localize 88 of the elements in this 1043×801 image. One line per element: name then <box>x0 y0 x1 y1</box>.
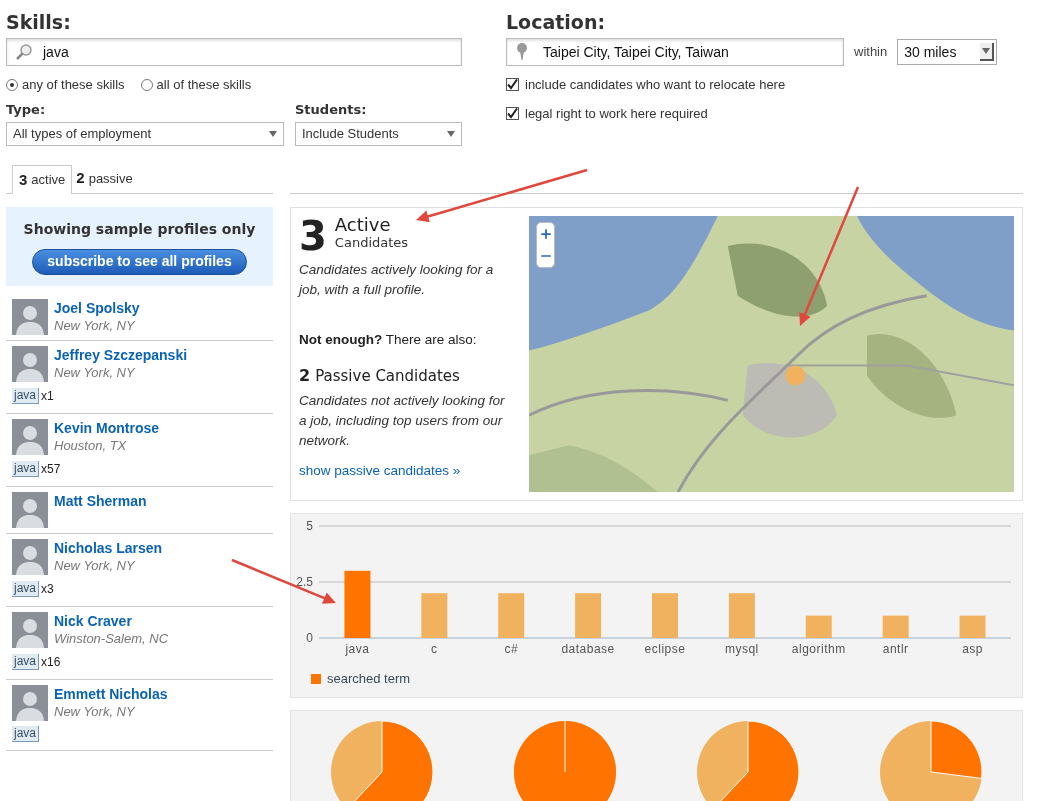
within-label: within <box>854 43 888 62</box>
candidate-location: New York, NY <box>54 364 136 382</box>
section-heading: Skills: <box>6 10 72 35</box>
axis-category-label: antlr <box>882 642 909 656</box>
active-subtitle: Candidates <box>334 234 409 252</box>
tag-count: x1 <box>41 388 54 405</box>
bar <box>575 593 602 638</box>
axis-tick-label: 2.5 <box>296 575 313 589</box>
show-passive-link[interactable]: show passive candidates » <box>299 461 513 482</box>
radio-button[interactable] <box>140 78 153 91</box>
axis-category-label: mysql <box>724 642 759 656</box>
checkbox-label: legal right to work here required <box>525 104 708 123</box>
candidate-name[interactable]: Jeffrey Szczepanski <box>54 346 188 364</box>
axis-category-label: java <box>345 642 370 656</box>
skill-tag[interactable]: java <box>12 726 39 742</box>
avatar-icon <box>12 612 48 648</box>
zoom-in-icon[interactable] <box>538 227 553 241</box>
axis-category-label: c <box>431 642 438 656</box>
not-enough-text: Not enough? There are also: <box>299 331 478 349</box>
bar <box>959 615 986 638</box>
tag-count: x3 <box>41 581 54 598</box>
checkbox[interactable] <box>506 78 519 92</box>
notice-text: Showing sample profiles only <box>23 219 256 239</box>
avatar-icon <box>12 492 48 528</box>
map-pin-icon <box>517 43 527 61</box>
candidate-name[interactable]: Matt Sherman <box>54 492 147 510</box>
active-title: Active <box>334 216 392 234</box>
bar <box>728 593 755 638</box>
radio-label: all of these skills <box>156 76 252 94</box>
axis-category-label: algorithm <box>791 642 846 656</box>
avatar-icon <box>12 346 48 382</box>
axis-category-label: asp <box>962 642 983 656</box>
avatar-icon <box>12 299 48 335</box>
location-field[interactable]: Taipei City, Taipei City, Taiwan <box>506 38 844 66</box>
candidate-location: New York, NY <box>54 703 136 721</box>
caret-icon <box>269 131 277 137</box>
candidate-location: Houston, TX <box>54 437 128 455</box>
bar <box>344 570 371 638</box>
subscribe-button[interactable]: subscribe to see all profiles <box>32 248 247 275</box>
skill-tag[interactable]: java <box>12 461 39 477</box>
passive-description: Candidates not actively looking for a job, including top users from our network. <box>299 392 506 451</box>
candidate-name[interactable]: Joel Spolsky <box>54 299 140 317</box>
axis-category-label: c# <box>504 642 519 656</box>
search-icon <box>15 43 33 61</box>
candidate-location: New York, NY <box>54 317 136 335</box>
bar <box>421 593 448 638</box>
candidate-name[interactable]: Emmett Nicholas <box>54 685 168 703</box>
radius-dropdown[interactable]: 30 miles <box>897 39 998 65</box>
passive-title: Passive Candidates <box>315 366 460 388</box>
axis-category-label: database <box>561 642 615 656</box>
field-label: Students: <box>295 100 368 119</box>
candidate-name[interactable]: Kevin Montrose <box>54 419 159 437</box>
dropdown[interactable]: Include Students <box>295 122 462 146</box>
radio-label: any of these skills <box>22 76 125 94</box>
skill-tag[interactable]: java <box>12 654 39 670</box>
caret-icon <box>447 131 455 137</box>
avatar-icon <box>12 419 48 455</box>
active-count: 3 <box>299 216 327 256</box>
results-tab[interactable]: 3 active <box>12 165 73 194</box>
candidate-location: New York, NY <box>54 557 136 575</box>
skill-tag[interactable]: java <box>12 581 39 597</box>
bar <box>652 593 678 638</box>
skill-tag[interactable]: java <box>12 388 39 404</box>
candidate-location: Winston-Salem, NC <box>54 630 169 648</box>
section-heading: Location: <box>506 10 607 35</box>
avatar-icon <box>12 685 48 721</box>
active-description: Candidates actively looking for a job, with a full profile. <box>299 261 495 299</box>
axis-tick-label: 5 <box>306 519 313 533</box>
caret-icon <box>982 48 991 54</box>
legend-label: searched term <box>327 670 411 688</box>
dropdown[interactable]: All types of employment <box>6 122 284 146</box>
avatar-icon <box>12 539 48 575</box>
bar <box>882 615 909 638</box>
tag-count: x57 <box>41 461 61 478</box>
checkbox-label: include candidates who want to relocate here <box>525 76 786 94</box>
field-label: Type: <box>6 100 47 119</box>
bar <box>498 593 525 638</box>
candidate-name[interactable]: Nick Craver <box>54 612 169 630</box>
skills-search-field[interactable]: java <box>6 38 462 66</box>
checkbox[interactable] <box>506 106 519 120</box>
axis-category-label: eclipse <box>644 642 686 656</box>
bar <box>805 615 832 638</box>
axis-tick-label: 0 <box>306 631 313 645</box>
candidate-name[interactable]: Nicholas Larsen <box>54 539 163 557</box>
tag-count: x16 <box>41 654 61 671</box>
radio-button[interactable] <box>6 78 18 91</box>
results-tab[interactable]: 2 passive <box>72 164 137 193</box>
passive-count: 2 <box>299 365 311 388</box>
